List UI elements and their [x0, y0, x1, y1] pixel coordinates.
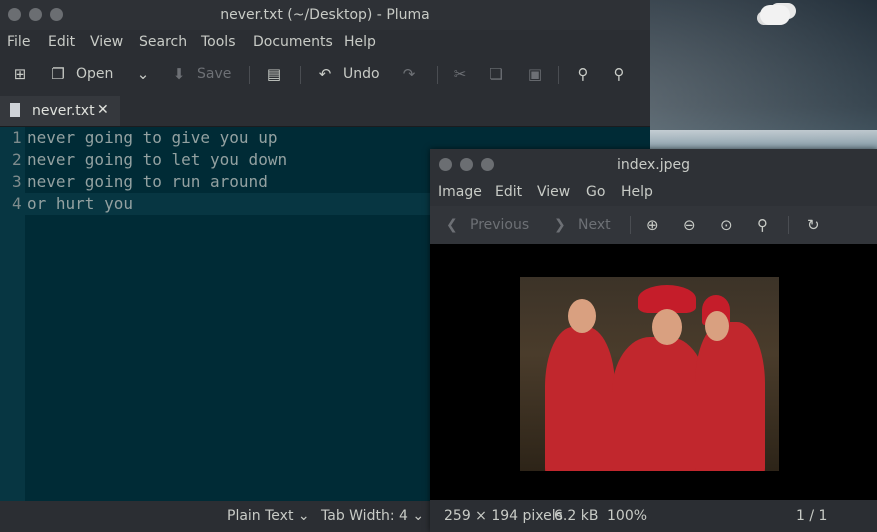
line-text: never going to give you up [27, 128, 278, 147]
menu-view[interactable]: View [90, 34, 123, 50]
menu-edit[interactable]: Edit [495, 184, 522, 200]
image-figure-head [568, 299, 596, 333]
image-figure-head [652, 309, 682, 345]
menu-edit[interactable]: Edit [48, 34, 75, 50]
wallpaper-cloud [760, 5, 790, 25]
pluma-menubar: File Edit View Search Tools Documents He… [0, 30, 650, 56]
menu-search[interactable]: Search [139, 34, 187, 50]
tab-label: never.txt [32, 103, 95, 119]
file-size: 6.2 kB [554, 508, 599, 524]
image-viewer-window: index.jpeg Image Edit View Go Help ❮ Pre… [430, 149, 877, 532]
tab-never-txt[interactable]: never.txt ✕ [0, 96, 120, 126]
toolbar-separator [788, 216, 789, 234]
zoom-level: 100% [607, 508, 648, 524]
menu-help[interactable]: Help [344, 34, 376, 50]
pluma-toolbar: ⊞ ❐ Open ⌄ ⬇ Save ▤ ↶ Undo ↷ ✂ ❏ ▣ ⚲ ⚲ [0, 58, 650, 92]
image-figure [695, 322, 765, 471]
zoom-normal-icon[interactable]: ⊙ [720, 216, 733, 234]
previous-button[interactable]: Previous [470, 217, 529, 233]
image-figure [545, 327, 615, 471]
open-folder-icon[interactable]: ❐ [49, 65, 67, 83]
tab-width-label: Tab Width: 4 [321, 508, 408, 524]
viewer-statusbar: 259 × 194 pixels 6.2 kB 100% 1 / 1 [430, 500, 877, 532]
zoom-out-icon[interactable]: ⊖ [683, 216, 696, 234]
line-number: 2 [12, 150, 22, 169]
syntax-mode-dropdown[interactable]: Plain Text ⌄ [227, 508, 310, 524]
cut-icon[interactable]: ✂ [451, 65, 469, 83]
image-figure [612, 337, 707, 471]
save-button[interactable]: Save [197, 66, 231, 82]
viewer-toolbar: ❮ Previous ❯ Next ⊕ ⊖ ⊙ ⚲ ↻ [430, 206, 877, 244]
rotate-icon[interactable]: ↻ [807, 216, 820, 234]
tab-width-dropdown[interactable]: Tab Width: 4 ⌄ [321, 508, 424, 524]
line-text: never going to run around [27, 172, 268, 191]
menu-file[interactable]: File [7, 34, 30, 50]
toolbar-separator [249, 66, 250, 84]
displayed-image [520, 277, 779, 471]
chevron-right-icon[interactable]: ❯ [554, 217, 566, 233]
zoom-in-icon[interactable]: ⊕ [646, 216, 659, 234]
menu-go[interactable]: Go [586, 184, 605, 200]
redo-icon[interactable]: ↷ [400, 65, 418, 83]
menu-documents[interactable]: Documents [253, 34, 333, 50]
chevron-left-icon[interactable]: ❮ [446, 217, 458, 233]
toolbar-separator [558, 66, 559, 84]
text-document-icon [10, 103, 20, 117]
search-icon[interactable]: ⚲ [574, 65, 592, 83]
menu-image[interactable]: Image [438, 184, 482, 200]
window-title: never.txt (~/Desktop) - Pluma [220, 7, 430, 23]
close-tab-icon[interactable]: ✕ [97, 102, 109, 118]
zoom-fit-icon[interactable]: ⚲ [757, 216, 768, 234]
line-number: 4 [12, 194, 22, 213]
line-text: or hurt you [27, 194, 133, 213]
viewer-titlebar[interactable]: index.jpeg [430, 149, 877, 179]
menu-tools[interactable]: Tools [201, 34, 236, 50]
line-text: never going to let you down [27, 150, 288, 169]
menu-view[interactable]: View [537, 184, 570, 200]
search-replace-icon[interactable]: ⚲ [610, 65, 628, 83]
image-dimensions: 259 × 194 pixels [444, 508, 563, 524]
document-tabs: never.txt ✕ [0, 96, 650, 127]
open-button[interactable]: Open [76, 66, 113, 82]
save-icon[interactable]: ⬇ [170, 65, 188, 83]
image-figure-head [705, 311, 729, 341]
toolbar-separator [437, 66, 438, 84]
viewer-menubar: Image Edit View Go Help [430, 179, 877, 206]
image-position: 1 / 1 [796, 508, 828, 524]
window-title: index.jpeg [616, 157, 691, 173]
open-recent-chevron-icon[interactable]: ⌄ [134, 65, 152, 83]
image-canvas[interactable] [430, 244, 877, 500]
new-document-icon[interactable]: ⊞ [11, 65, 29, 83]
line-number: 1 [12, 128, 22, 147]
toolbar-separator [300, 66, 301, 84]
print-icon[interactable]: ▤ [265, 65, 283, 83]
paste-icon[interactable]: ▣ [526, 65, 544, 83]
line-number: 3 [12, 172, 22, 191]
toolbar-separator [630, 216, 631, 234]
editor-line[interactable]: 1 never going to give you up [0, 127, 650, 149]
next-button[interactable]: Next [578, 217, 611, 233]
copy-icon[interactable]: ❏ [487, 65, 505, 83]
syntax-mode-label: Plain Text [227, 508, 294, 524]
undo-icon[interactable]: ↶ [316, 65, 334, 83]
pluma-titlebar[interactable]: never.txt (~/Desktop) - Pluma [0, 0, 650, 30]
undo-button[interactable]: Undo [343, 66, 380, 82]
menu-help[interactable]: Help [621, 184, 653, 200]
